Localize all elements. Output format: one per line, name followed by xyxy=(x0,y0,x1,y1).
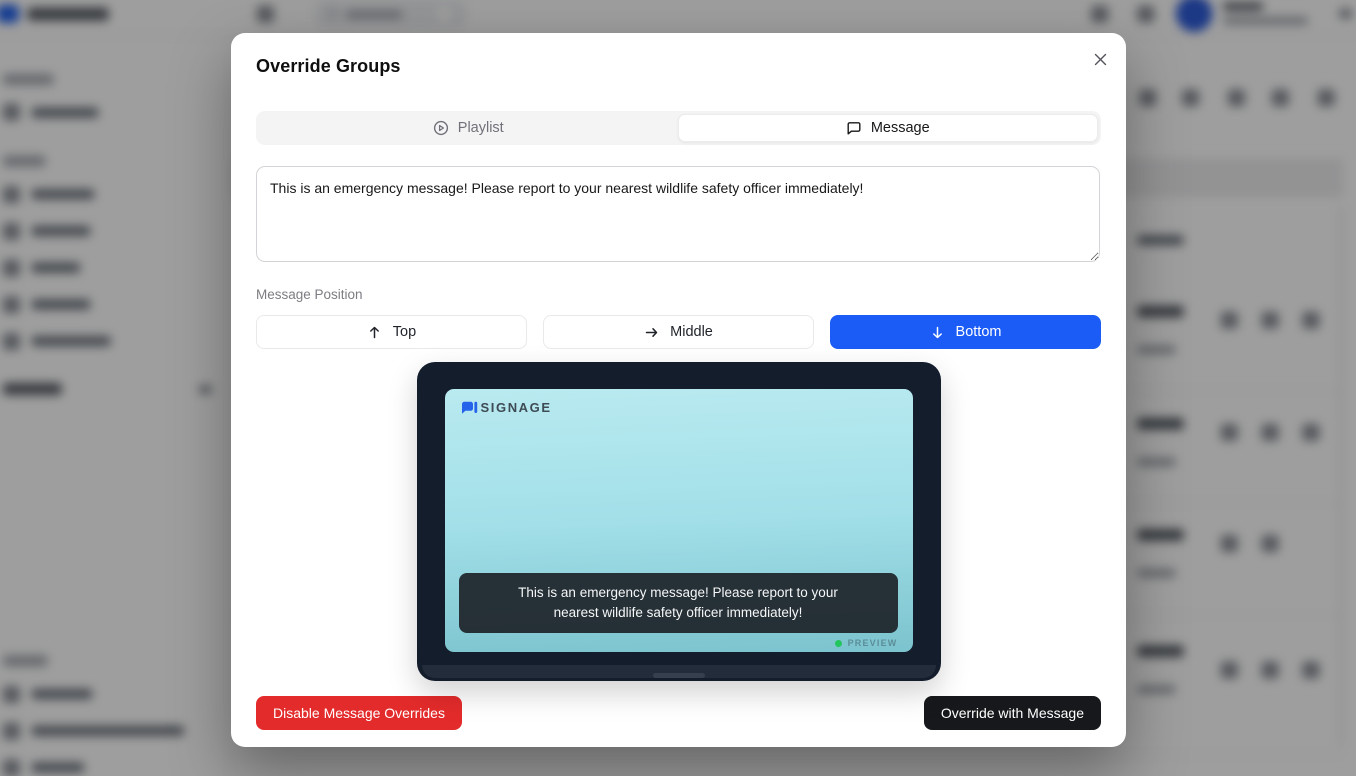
disable-message-overrides-button[interactable]: Disable Message Overrides xyxy=(256,696,462,730)
position-top-button[interactable]: Top xyxy=(256,315,527,349)
message-position-label: Message Position xyxy=(256,287,1101,302)
position-top-label: Top xyxy=(393,324,416,340)
app-window: Override Groups Playlist xyxy=(0,0,1356,776)
message-position-group: Top Middle Bottom xyxy=(256,315,1101,349)
modal-title: Override Groups xyxy=(256,56,1101,77)
arrow-down-icon xyxy=(930,325,945,340)
screen-preview: SIGNAGE This is an emergency message! Pl… xyxy=(417,362,941,681)
override-type-tabs: Playlist Message xyxy=(256,111,1101,145)
brand-label: SIGNAGE xyxy=(481,400,552,415)
position-middle-button[interactable]: Middle xyxy=(543,315,814,349)
preview-indicator: PREVIEW xyxy=(835,638,898,648)
arrow-up-icon xyxy=(367,325,382,340)
close-icon[interactable] xyxy=(1092,51,1108,67)
override-with-message-button[interactable]: Override with Message xyxy=(924,696,1101,730)
pisignage-logo-icon xyxy=(461,401,478,415)
override-groups-modal: Override Groups Playlist xyxy=(231,33,1126,747)
live-dot-icon xyxy=(835,640,842,647)
preview-screen: SIGNAGE This is an emergency message! Pl… xyxy=(445,389,913,652)
position-bottom-label: Bottom xyxy=(956,324,1002,340)
chat-bubble-icon xyxy=(846,120,862,136)
position-middle-label: Middle xyxy=(670,324,713,340)
preview-message-box: This is an emergency message! Please rep… xyxy=(459,573,898,633)
tab-message[interactable]: Message xyxy=(678,114,1099,142)
pisignage-logo: SIGNAGE xyxy=(461,400,552,415)
preview-badge: PREVIEW xyxy=(848,638,898,648)
modal-footer: Disable Message Overrides Override with … xyxy=(256,696,1101,730)
play-circle-icon xyxy=(433,120,449,136)
tab-message-label: Message xyxy=(871,120,930,136)
tab-playlist[interactable]: Playlist xyxy=(259,114,678,142)
arrow-right-icon xyxy=(644,325,659,340)
message-textarea[interactable]: This is an emergency message! Please rep… xyxy=(256,166,1100,262)
tab-playlist-label: Playlist xyxy=(458,120,504,136)
position-bottom-button[interactable]: Bottom xyxy=(830,315,1101,349)
